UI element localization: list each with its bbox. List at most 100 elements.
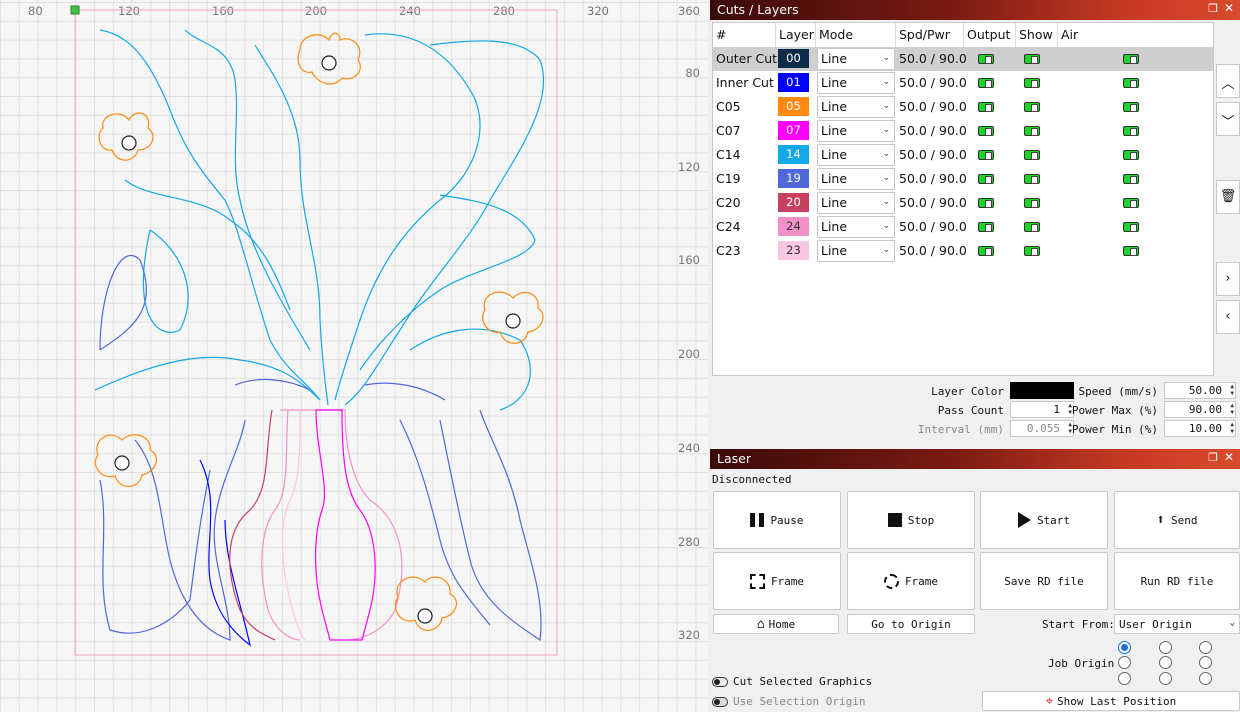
output-toggle[interactable] bbox=[978, 54, 994, 64]
output-toggle[interactable] bbox=[978, 78, 994, 88]
air-toggle[interactable] bbox=[1123, 222, 1139, 232]
speed-input[interactable]: 50.00 ▲ ▼ bbox=[1164, 382, 1236, 399]
run-rd-button[interactable]: Run RD file bbox=[1114, 552, 1240, 610]
mode-select[interactable]: Line ⌄ bbox=[817, 72, 895, 94]
send-button[interactable]: ⬆ Send bbox=[1114, 491, 1240, 549]
collapse-left-button[interactable]: ‹ bbox=[1216, 300, 1240, 334]
job-origin-top-center[interactable] bbox=[1159, 641, 1172, 654]
output-toggle[interactable] bbox=[978, 198, 994, 208]
job-origin-top-left[interactable] bbox=[1118, 641, 1131, 654]
col-header-num[interactable]: # bbox=[713, 23, 776, 47]
col-header-mode[interactable]: Mode bbox=[816, 23, 896, 47]
show-last-position-button[interactable]: ⌖ Show Last Position bbox=[982, 691, 1240, 711]
power-max-input[interactable]: 90.00 ▲ ▼ bbox=[1164, 401, 1236, 418]
layer-swatch[interactable]: 14 bbox=[778, 145, 809, 164]
delete-button[interactable]: 🗑 bbox=[1216, 180, 1240, 214]
interval-input[interactable]: 0.055 ▲ ▼ bbox=[1010, 420, 1074, 437]
mode-select[interactable]: Line ⌄ bbox=[817, 120, 895, 142]
start-button[interactable]: Start bbox=[980, 491, 1108, 549]
layer-swatch[interactable]: 24 bbox=[778, 217, 809, 236]
air-toggle[interactable] bbox=[1123, 198, 1139, 208]
cut-selected-toggle[interactable] bbox=[712, 677, 728, 687]
air-toggle[interactable] bbox=[1123, 174, 1139, 184]
show-toggle[interactable] bbox=[1024, 150, 1040, 160]
output-toggle[interactable] bbox=[978, 150, 994, 160]
air-toggle[interactable] bbox=[1123, 126, 1139, 136]
close-icon[interactable]: ✕ bbox=[1224, 450, 1234, 464]
layer-row[interactable]: C05 05 Line ⌄ 50.0 / 90.0 bbox=[713, 95, 1213, 119]
layer-row[interactable]: C24 24 Line ⌄ 50.0 / 90.0 bbox=[713, 215, 1213, 239]
mode-select[interactable]: Line ⌄ bbox=[817, 216, 895, 238]
move-down-button[interactable]: ﹀ bbox=[1216, 102, 1240, 136]
frame-rect-button[interactable]: Frame bbox=[713, 552, 841, 610]
frame-circle-button[interactable]: Frame bbox=[847, 552, 975, 610]
job-origin-middle-right[interactable] bbox=[1199, 656, 1212, 669]
layer-swatch[interactable]: 07 bbox=[778, 121, 809, 140]
job-origin-bottom-left[interactable] bbox=[1118, 672, 1131, 685]
layer-row[interactable]: C23 23 Line ⌄ 50.0 / 90.0 bbox=[713, 239, 1213, 263]
stop-button[interactable]: Stop bbox=[847, 491, 975, 549]
layer-row[interactable]: C07 07 Line ⌄ 50.0 / 90.0 bbox=[713, 119, 1213, 143]
float-icon[interactable]: ❐ bbox=[1208, 451, 1218, 464]
go-to-origin-button[interactable]: Go to Origin bbox=[847, 614, 975, 634]
layer-row[interactable]: C19 19 Line ⌄ 50.0 / 90.0 bbox=[713, 167, 1213, 191]
layer-swatch[interactable]: 20 bbox=[778, 193, 809, 212]
air-toggle[interactable] bbox=[1123, 54, 1139, 64]
col-header-layer[interactable]: Layer bbox=[776, 23, 816, 47]
layer-row[interactable]: C14 14 Line ⌄ 50.0 / 90.0 bbox=[713, 143, 1213, 167]
layer-row[interactable]: C20 20 Line ⌄ 50.0 / 90.0 bbox=[713, 191, 1213, 215]
layer-swatch[interactable]: 01 bbox=[778, 73, 809, 92]
mode-select[interactable]: Line ⌄ bbox=[817, 96, 895, 118]
layer-swatch[interactable]: 05 bbox=[778, 97, 809, 116]
output-toggle[interactable] bbox=[978, 102, 994, 112]
start-from-select[interactable]: User Origin ⌄ bbox=[1114, 614, 1240, 634]
close-icon[interactable]: ✕ bbox=[1224, 1, 1234, 15]
output-toggle[interactable] bbox=[978, 174, 994, 184]
pause-button[interactable]: Pause bbox=[713, 491, 841, 549]
air-toggle[interactable] bbox=[1123, 150, 1139, 160]
job-origin-middle-left[interactable] bbox=[1118, 656, 1131, 669]
save-rd-button[interactable]: Save RD file bbox=[980, 552, 1108, 610]
show-toggle[interactable] bbox=[1024, 246, 1040, 256]
layer-row[interactable]: Outer Cut 00 Line ⌄ 50.0 / 90.0 bbox=[713, 47, 1213, 71]
layer-swatch[interactable]: 00 bbox=[778, 49, 809, 68]
mode-select[interactable]: Line ⌄ bbox=[817, 48, 895, 70]
home-button[interactable]: ⌂ Home bbox=[713, 614, 839, 634]
float-icon[interactable]: ❐ bbox=[1208, 2, 1218, 15]
output-toggle[interactable] bbox=[978, 222, 994, 232]
show-toggle[interactable] bbox=[1024, 222, 1040, 232]
col-header-spdpwr[interactable]: Spd/Pwr bbox=[896, 23, 964, 47]
output-toggle[interactable] bbox=[978, 126, 994, 136]
job-origin-center[interactable] bbox=[1159, 656, 1172, 669]
power-min-input[interactable]: 10.00 ▲ ▼ bbox=[1164, 420, 1236, 437]
expand-right-button[interactable]: › bbox=[1216, 262, 1240, 296]
col-header-air[interactable]: Air bbox=[1058, 23, 1213, 47]
air-toggle[interactable] bbox=[1123, 246, 1139, 256]
job-origin-bottom-center[interactable] bbox=[1159, 672, 1172, 685]
mode-select[interactable]: Line ⌄ bbox=[817, 240, 895, 262]
air-toggle[interactable] bbox=[1123, 102, 1139, 112]
layer-row[interactable]: Inner Cut 01 Line ⌄ 50.0 / 90.0 bbox=[713, 71, 1213, 95]
design-canvas[interactable]: 80 120 160 200 240 280 320 360 80 120 16… bbox=[0, 0, 708, 712]
mode-select[interactable]: Line ⌄ bbox=[817, 192, 895, 214]
show-toggle[interactable] bbox=[1024, 78, 1040, 88]
pass-count-input[interactable]: 1 ▲ ▼ bbox=[1010, 401, 1074, 418]
artwork[interactable] bbox=[0, 0, 708, 712]
show-toggle[interactable] bbox=[1024, 54, 1040, 64]
col-header-show[interactable]: Show bbox=[1016, 23, 1058, 47]
output-toggle[interactable] bbox=[978, 246, 994, 256]
show-toggle[interactable] bbox=[1024, 198, 1040, 208]
show-toggle[interactable] bbox=[1024, 126, 1040, 136]
job-origin-top-right[interactable] bbox=[1199, 641, 1212, 654]
air-toggle[interactable] bbox=[1123, 78, 1139, 88]
layer-swatch[interactable]: 23 bbox=[778, 241, 809, 260]
col-header-output[interactable]: Output bbox=[964, 23, 1016, 47]
show-toggle[interactable] bbox=[1024, 174, 1040, 184]
job-origin-bottom-right[interactable] bbox=[1199, 672, 1212, 685]
use-selection-origin-toggle[interactable] bbox=[712, 697, 728, 707]
layer-swatch[interactable]: 19 bbox=[778, 169, 809, 188]
mode-select[interactable]: Line ⌄ bbox=[817, 168, 895, 190]
layer-color-swatch[interactable] bbox=[1010, 382, 1074, 399]
mode-select[interactable]: Line ⌄ bbox=[817, 144, 895, 166]
show-toggle[interactable] bbox=[1024, 102, 1040, 112]
